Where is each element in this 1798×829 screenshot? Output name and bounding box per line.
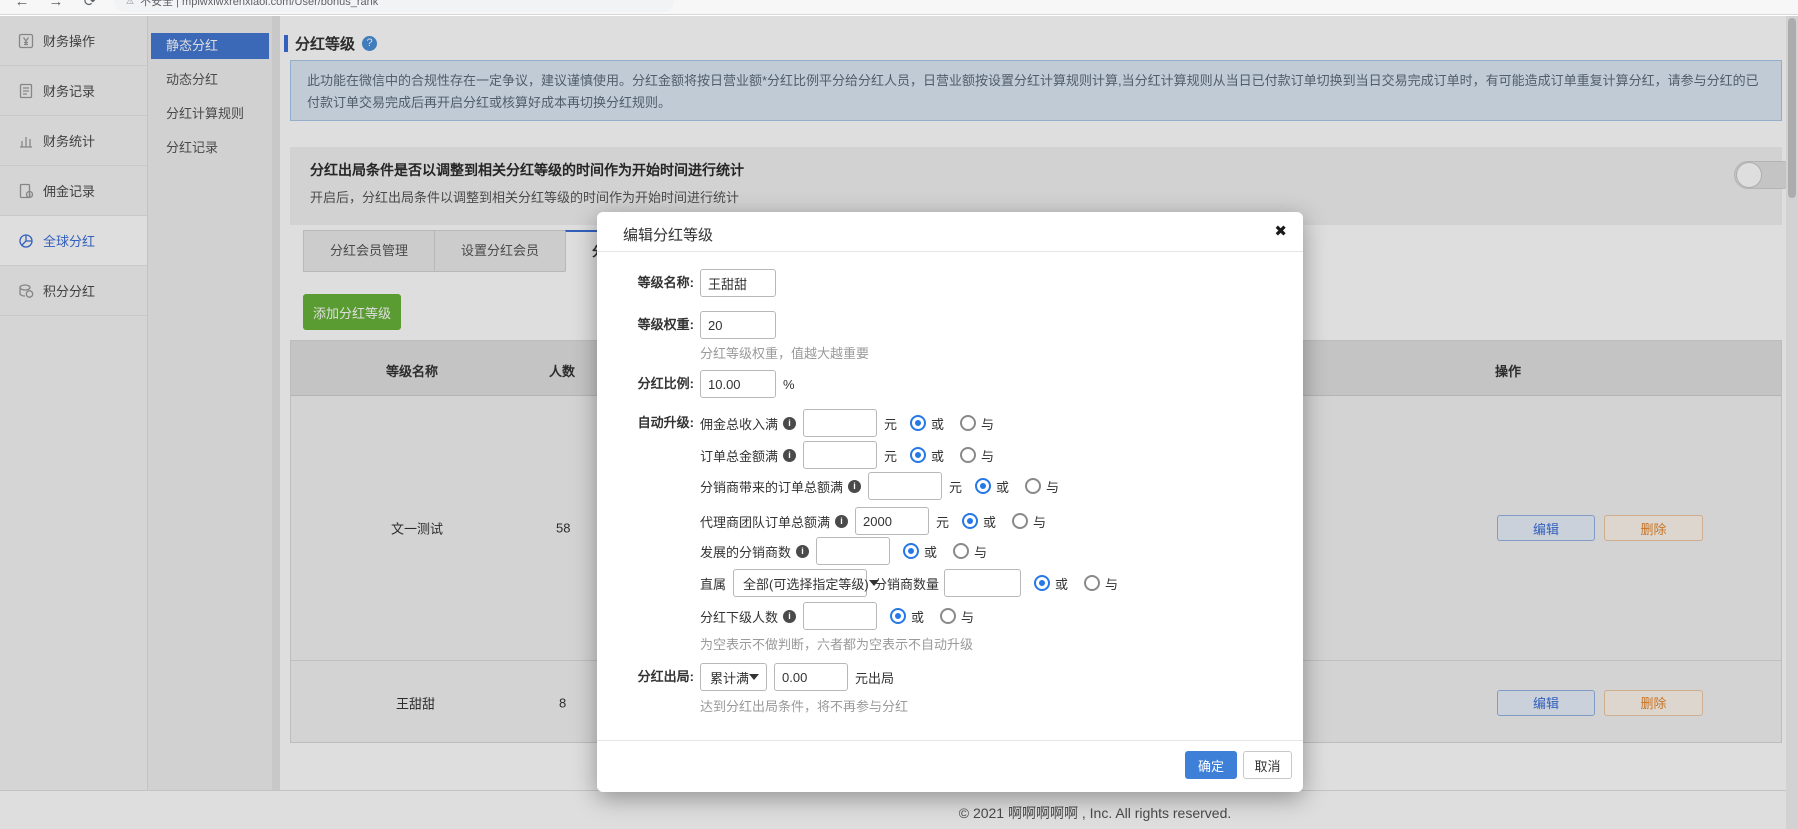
sub-label-total-commission: 佣金总收入满 — [700, 414, 778, 433]
auto-upgrade-hint: 为空表示不做判断，六者都为空表示不自动升级 — [700, 634, 973, 653]
sub-label-direct: 直属 — [700, 574, 726, 593]
total-order-amount-input[interactable] — [803, 441, 877, 469]
radio-or[interactable] — [910, 415, 926, 431]
info-icon[interactable]: i — [848, 480, 861, 493]
info-icon[interactable]: i — [835, 515, 848, 528]
radio-and-label: 与 — [974, 542, 987, 561]
bonus-out-amount-input[interactable] — [774, 663, 848, 691]
radio-and[interactable] — [940, 608, 956, 624]
radio-or[interactable] — [910, 447, 926, 463]
percent-unit: % — [783, 377, 795, 392]
yuan-unit: 元 — [949, 477, 962, 496]
field-label-bonus-out: 分红出局: — [597, 663, 694, 691]
browser-forward-icon[interactable]: → — [46, 0, 66, 10]
edit-bonus-level-modal: 编辑分红等级 ✖ 等级名称: 等级权重: 分红等级权重，值越大越重要 分红比例:… — [597, 212, 1303, 792]
distributor-order-total-input[interactable] — [868, 472, 942, 500]
bonus-ratio-input[interactable] — [700, 370, 776, 398]
radio-or-label: 或 — [924, 542, 937, 561]
modal-title: 编辑分红等级 — [623, 224, 713, 245]
url-text: 不安全 | mpiwxiwxrenxiaoi.com/User/bonus_ra… — [140, 0, 378, 9]
not-secure-icon: ⚠ — [126, 0, 134, 7]
radio-and-label: 与 — [1105, 574, 1118, 593]
chevron-down-icon — [749, 674, 759, 680]
level-weight-input[interactable] — [700, 311, 776, 339]
sub-label-developed-distributors: 发展的分销商数 — [700, 542, 791, 561]
bonus-out-mode-value: 累计满 — [710, 668, 749, 687]
address-bar[interactable]: ⚠ 不安全 | mpiwxiwxrenxiaoi.com/User/bonus_… — [114, 0, 674, 12]
bonus-out-hint: 达到分红出局条件，将不再参与分红 — [700, 696, 908, 715]
radio-and-label: 与 — [961, 607, 974, 626]
modal-footer: 确定 取消 — [597, 740, 1303, 792]
confirm-button[interactable]: 确定 — [1185, 751, 1237, 779]
direct-level-select-value: 全部(可选择指定等级) — [743, 574, 869, 593]
browser-back-icon[interactable]: ← — [12, 0, 32, 10]
modal-header: 编辑分红等级 ✖ — [597, 212, 1303, 252]
agent-team-order-total-input[interactable] — [855, 507, 929, 535]
yuan-unit: 元 — [884, 414, 897, 433]
yuan-unit: 元 — [936, 512, 949, 531]
radio-or-label: 或 — [983, 512, 996, 531]
yuan-out-unit: 元出局 — [855, 668, 894, 687]
sub-label-total-order-amount: 订单总金额满 — [700, 446, 778, 465]
radio-or[interactable] — [1034, 575, 1050, 591]
radio-or[interactable] — [890, 608, 906, 624]
level-name-input[interactable] — [700, 269, 776, 297]
info-icon[interactable]: i — [783, 417, 796, 430]
radio-and[interactable] — [960, 447, 976, 463]
radio-or-label: 或 — [911, 607, 924, 626]
radio-and[interactable] — [1025, 478, 1041, 494]
bonus-subordinates-input[interactable] — [803, 602, 877, 630]
bonus-out-mode-select[interactable]: 累计满 — [700, 663, 767, 691]
browser-chrome: ← → ⟳ ⚠ 不安全 | mpiwxiwxrenxiaoi.com/User/… — [0, 0, 1798, 15]
weight-hint: 分红等级权重，值越大越重要 — [700, 343, 869, 362]
direct-level-select[interactable]: 全部(可选择指定等级) — [733, 569, 867, 597]
sub-label-distributor-order-total: 分销商带来的订单总额满 — [700, 477, 843, 496]
radio-and[interactable] — [1084, 575, 1100, 591]
radio-and-label: 与 — [1033, 512, 1046, 531]
info-icon[interactable]: i — [783, 449, 796, 462]
yuan-unit: 元 — [884, 446, 897, 465]
radio-or-label: 或 — [1055, 574, 1068, 593]
radio-or-label: 或 — [996, 477, 1009, 496]
field-label-bonus-ratio: 分红比例: — [597, 370, 694, 398]
field-label-auto-upgrade: 自动升级: — [597, 409, 694, 437]
info-icon[interactable]: i — [796, 545, 809, 558]
cancel-button[interactable]: 取消 — [1243, 751, 1292, 779]
radio-or-label: 或 — [931, 446, 944, 465]
sub-label-distributor-count: 分销商数量 — [874, 574, 939, 593]
sub-label-bonus-subordinates: 分红下级人数 — [700, 607, 778, 626]
field-label-level-name: 等级名称: — [597, 269, 694, 297]
sub-label-agent-team-order-total: 代理商团队订单总额满 — [700, 512, 830, 531]
total-commission-input[interactable] — [803, 409, 877, 437]
radio-or[interactable] — [962, 513, 978, 529]
radio-and-label: 与 — [981, 414, 994, 433]
radio-or-label: 或 — [931, 414, 944, 433]
developed-distributors-input[interactable] — [816, 537, 890, 565]
radio-and[interactable] — [960, 415, 976, 431]
radio-or[interactable] — [975, 478, 991, 494]
radio-and[interactable] — [953, 543, 969, 559]
field-label-level-weight: 等级权重: — [597, 311, 694, 339]
distributor-count-input[interactable] — [944, 569, 1021, 597]
radio-and-label: 与 — [981, 446, 994, 465]
radio-and-label: 与 — [1046, 477, 1059, 496]
radio-or[interactable] — [903, 543, 919, 559]
radio-and[interactable] — [1012, 513, 1028, 529]
close-icon[interactable]: ✖ — [1274, 222, 1287, 240]
info-icon[interactable]: i — [783, 610, 796, 623]
browser-reload-icon[interactable]: ⟳ — [80, 0, 100, 10]
